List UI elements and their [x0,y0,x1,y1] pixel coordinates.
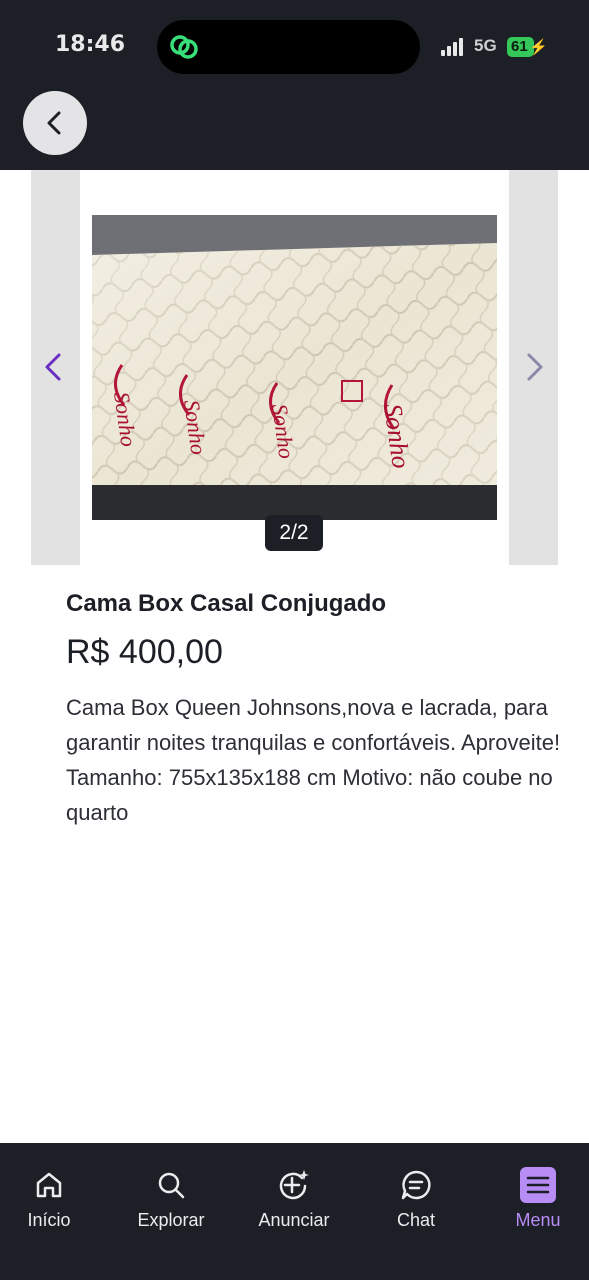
image-counter: 2/2 [265,515,323,551]
home-icon [36,1172,62,1198]
nav-label: Explorar [137,1210,205,1230]
nav-chat[interactable]: Chat [361,1143,471,1243]
top-bar: 18:46 5G 61 ⚡ [0,0,589,170]
chat-icon [401,1170,431,1200]
network-type: 5G [474,36,497,55]
chevron-left-icon [47,111,61,135]
nav-label: Anunciar [258,1210,330,1230]
nav-label: Menu [515,1210,561,1230]
charging-icon: ⚡ [529,39,548,56]
link-icon [170,35,198,59]
status-time: 18:46 [55,32,126,57]
nav-explorar[interactable]: Explorar [116,1143,226,1243]
back-button[interactable] [23,91,87,155]
bottom-navigation: Início Explorar Anunciar Chat Menu [0,1143,589,1280]
carousel-next-button[interactable] [519,352,549,382]
nav-anunciar[interactable]: Anunciar [239,1143,349,1243]
search-icon [158,1172,185,1199]
nav-label: Chat [396,1210,436,1230]
listing-title: Cama Box Casal Conjugado [66,590,387,617]
add-sparkle-icon [279,1170,309,1200]
listing-description: Cama Box Queen Johnsons,nova e lacrada, … [66,695,561,825]
menu-icon [520,1167,556,1203]
dynamic-island [157,20,420,74]
nav-label: Início [27,1210,71,1230]
mattress-photo: Sonho Sonho Sonho Sonho [92,215,497,520]
listing-price: R$ 400,00 [66,633,223,671]
signal-icon [441,38,467,56]
carousel-prev-button[interactable] [39,352,69,382]
image-carousel[interactable]: Sonho Sonho Sonho Sonho 2/2 [31,170,558,565]
nav-menu[interactable]: Menu [483,1143,589,1243]
nav-inicio[interactable]: Início [0,1143,104,1243]
